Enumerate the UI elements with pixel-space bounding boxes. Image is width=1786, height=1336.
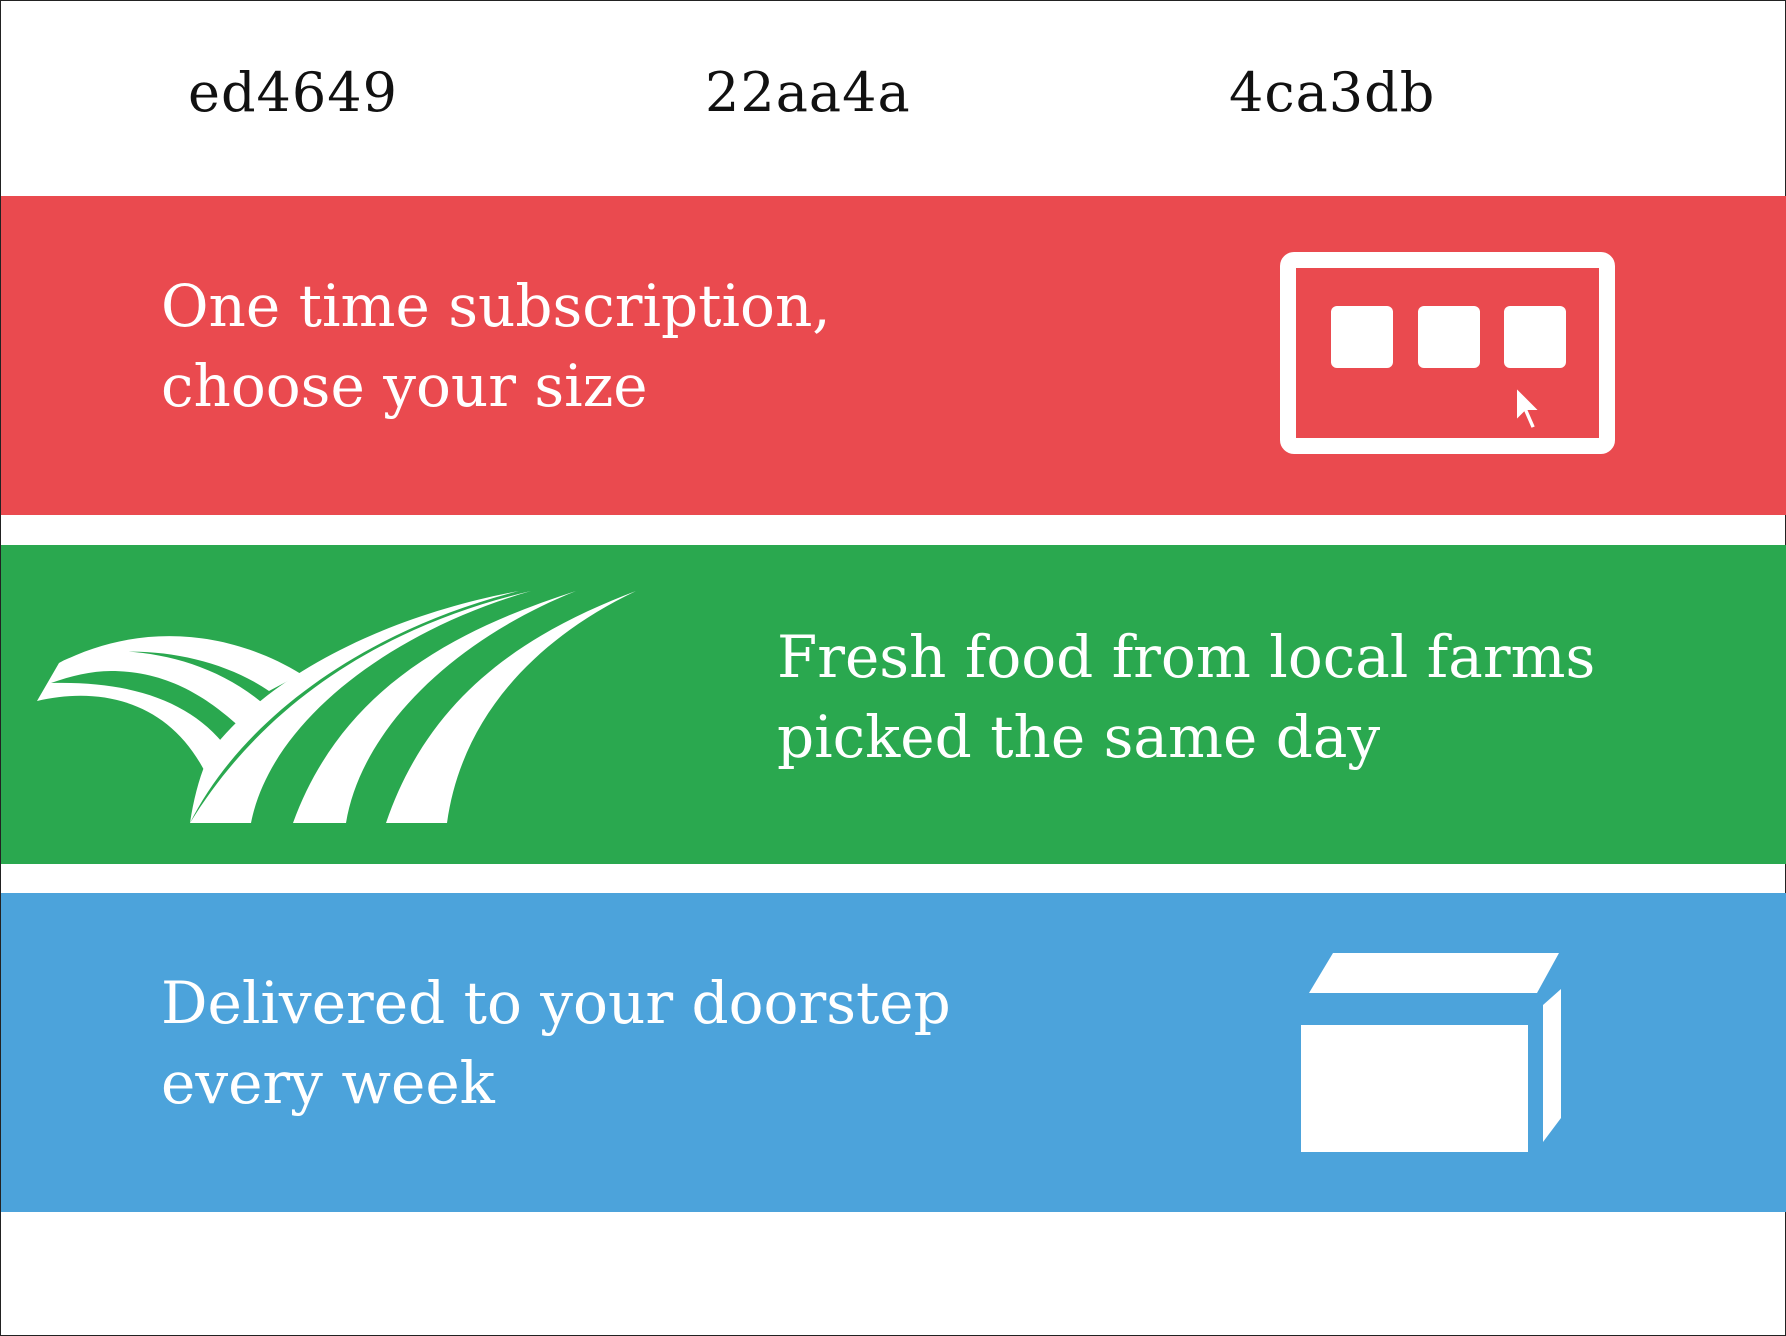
- fresh-line-2: picked the same day: [777, 703, 1381, 771]
- page-frame: ed4649 22aa4a 4ca3db One time subscripti…: [0, 0, 1786, 1336]
- subscription-line-2: choose your size: [161, 352, 648, 420]
- size-selector-icon: [1280, 252, 1615, 454]
- delivery-line-2: every week: [161, 1049, 495, 1117]
- color-code-red: ed4649: [188, 61, 398, 124]
- color-code-blue: 4ca3db: [1229, 61, 1436, 124]
- fresh-text: Fresh food from local farms picked the s…: [777, 617, 1595, 777]
- fresh-line-1: Fresh food from local farms: [777, 623, 1596, 691]
- delivery-text: Delivered to your doorstep every week: [161, 963, 951, 1123]
- delivery-band: Delivered to your doorstep every week: [1, 893, 1786, 1212]
- box-icon: [1301, 953, 1561, 1152]
- delivery-line-1: Delivered to your doorstep: [161, 969, 951, 1037]
- subscription-text: One time subscription, choose your size: [161, 266, 831, 426]
- subscription-line-1: One time subscription,: [161, 272, 831, 340]
- subscription-band: One time subscription, choose your size: [1, 196, 1786, 515]
- color-code-green: 22aa4a: [705, 61, 911, 124]
- fresh-band: Fresh food from local farms picked the s…: [1, 545, 1786, 864]
- farm-fields-icon: [37, 591, 636, 823]
